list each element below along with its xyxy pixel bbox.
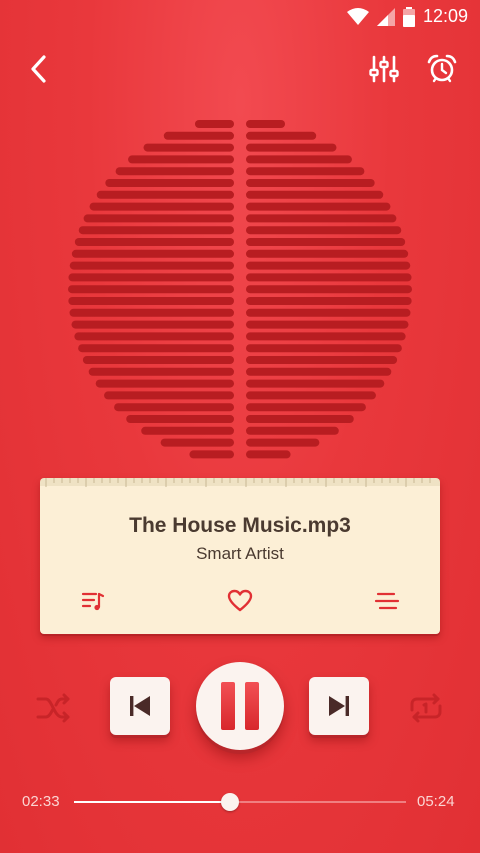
grille-slot [246,167,365,176]
grille-slot [246,379,385,388]
grille-slot [246,450,291,459]
progress-knob[interactable] [221,793,240,811]
progress-track[interactable] [74,801,406,803]
grille-slot [246,249,409,258]
grille-slot [96,190,234,199]
repeat-one-icon [410,693,442,723]
grille-slot [104,391,234,400]
grille-slot [246,261,411,270]
grille-slot [69,261,234,270]
cell-signal-icon [376,7,395,26]
alarm-button[interactable] [424,52,460,86]
grille-slot [246,367,392,376]
battery-icon [402,6,415,27]
grille-slot [246,391,376,400]
skip-previous-icon [130,696,150,716]
grille-slot [246,356,398,364]
grille-slot [246,426,339,435]
grille-slot [246,214,397,223]
top-toolbar [0,50,480,90]
grille-slot [88,367,234,376]
grille-slot [246,155,352,164]
back-button[interactable] [22,52,56,86]
grille-slot [246,131,317,140]
equalizer-button[interactable] [366,52,402,86]
menu-lines-icon [374,592,400,610]
grille-slot [68,273,235,282]
grille-slot [246,226,402,235]
ruler-ticks [45,478,431,487]
wifi-icon [346,7,369,25]
grille-slot [68,285,234,294]
grille-slot [246,273,412,282]
grille-slot [69,308,235,317]
grille-slot [163,131,234,140]
grille-slot [82,356,234,364]
elapsed-time: 02:33 [22,793,60,810]
status-bar: 12:09 [0,0,480,34]
grille-slot [128,155,234,164]
grille-slot [143,143,234,152]
grille-slot [246,403,366,412]
speaker-grille [68,120,412,459]
grille-slot [74,238,234,246]
grille-slot [246,415,354,423]
grille-slot [89,202,234,211]
grille-slot [246,320,409,329]
grille-slot [246,143,337,152]
favorite-button[interactable] [225,586,255,616]
grille-slot [105,179,234,187]
song-title: The House Music.mp3 [129,514,351,537]
grille-slot [246,297,412,305]
alarm-clock-icon [427,54,457,83]
equalizer-icon [369,55,399,83]
shuffle-icon [36,693,70,723]
grille-slot [126,415,234,423]
grille-slot [246,332,406,341]
grille-slot [246,344,402,353]
heart-icon [227,589,253,612]
shuffle-button[interactable] [34,690,74,726]
grille-slot [246,238,406,246]
grille-slot [74,332,234,341]
grille-slot [71,320,234,329]
total-time: 05:24 [417,793,455,810]
grille-slot [68,297,234,305]
pause-button[interactable] [196,662,284,750]
previous-button[interactable] [110,677,170,735]
progress-fill [74,801,231,803]
grille-slot [114,403,234,412]
grille-slot [115,167,234,176]
skip-next-icon [329,696,349,716]
grille-slot [194,120,234,128]
chevron-left-icon [31,55,46,83]
grille-slot [246,202,391,211]
grille-slot [71,249,234,258]
grille-slot [246,120,286,128]
grille-slot [246,285,412,294]
repeat-button[interactable] [406,690,446,726]
now-playing-card: The House Music.mp3 Smart Artist [40,478,440,634]
grille-slot [246,179,375,187]
playlist-button[interactable] [78,586,108,616]
grille-slot [160,438,234,447]
grille-slot [95,379,234,388]
grille-slot [83,214,234,223]
status-clock: 12:09 [422,6,468,26]
song-artist: Smart Artist [196,544,284,563]
grille-slot [246,190,384,199]
status-icons: 12:09 [346,6,468,27]
next-button[interactable] [309,677,369,735]
grille-slot [141,426,234,435]
playlist-icon [81,592,105,611]
pause-icon [216,682,264,730]
grille-slot [246,308,411,317]
grille-slot [78,344,234,353]
menu-button[interactable] [372,586,402,616]
grille-slot [189,450,234,459]
grille-slot [78,226,234,235]
grille-slot [246,438,320,447]
